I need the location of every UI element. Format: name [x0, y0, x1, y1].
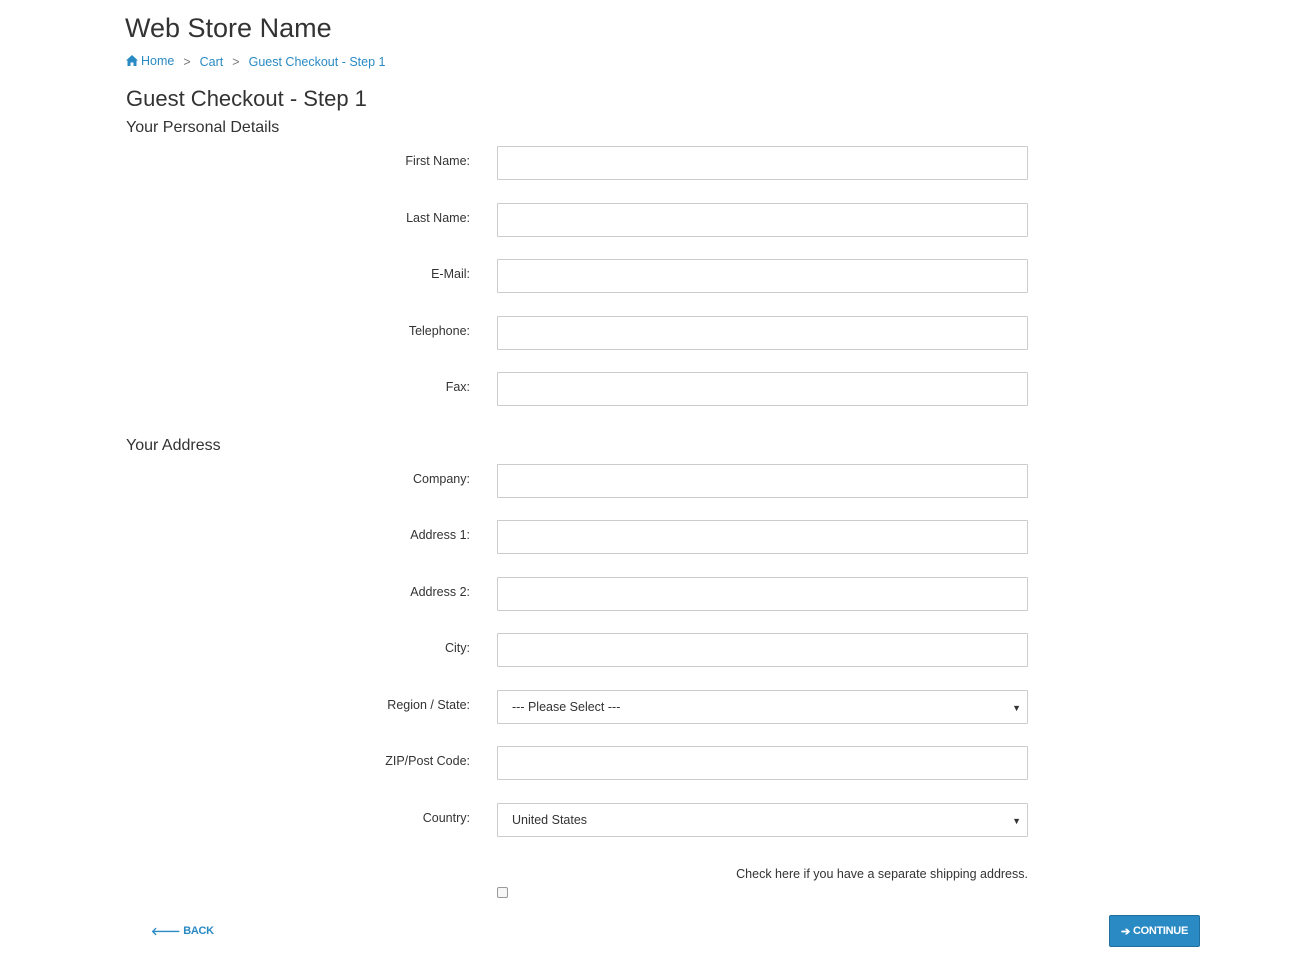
telephone-label: Telephone: [408, 324, 470, 338]
address-title: Your Address [126, 437, 221, 454]
company-field[interactable] [497, 464, 1028, 498]
last-name-label: Last Name: [406, 211, 470, 225]
arrow-left-icon: 🡐 [151, 926, 181, 938]
back-label: BACK [183, 925, 214, 937]
page-title: Guest Checkout - Step 1 [126, 86, 367, 111]
email-field[interactable] [497, 259, 1028, 293]
shipping-address-checkbox[interactable] [497, 887, 508, 898]
zip-label: ZIP/Post Code: [385, 754, 470, 768]
fax-label: Fax: [445, 380, 470, 394]
country-select[interactable]: United States ▼ [497, 803, 1028, 837]
first-name-label: First Name: [405, 154, 470, 168]
home-icon [126, 55, 138, 69]
breadcrumb: Home > Cart > Guest Checkout - Step 1 [126, 54, 385, 69]
fax-field[interactable] [497, 372, 1028, 406]
continue-button[interactable]: ➔ CONTINUE [1109, 915, 1200, 947]
breadcrumb-cart[interactable]: Cart [200, 55, 224, 69]
caret-down-icon: ▼ [1012, 703, 1021, 713]
address2-label: Address 2: [410, 585, 470, 599]
breadcrumb-separator: > [232, 54, 240, 69]
shipping-address-note: Check here if you have a separate shippi… [736, 867, 1028, 881]
email-label: E-Mail: [431, 267, 470, 281]
region-label: Region / State: [387, 698, 470, 712]
first-name-field[interactable] [497, 146, 1028, 180]
last-name-field[interactable] [497, 203, 1028, 237]
company-label: Company: [413, 472, 470, 486]
breadcrumb-home-label: Home [141, 54, 175, 68]
breadcrumb-current[interactable]: Guest Checkout - Step 1 [249, 55, 386, 69]
country-selected-value: United States [512, 813, 588, 827]
breadcrumb-home[interactable]: Home [126, 54, 174, 69]
caret-down-icon: ▼ [1012, 816, 1021, 826]
country-label: Country: [422, 811, 470, 825]
address1-label: Address 1: [410, 528, 470, 542]
city-field[interactable] [497, 633, 1028, 667]
store-name: Web Store Name [125, 13, 332, 43]
back-button[interactable]: 🡐 BACK [151, 924, 214, 938]
address1-field[interactable] [497, 520, 1028, 554]
telephone-field[interactable] [497, 316, 1028, 350]
region-select[interactable]: --- Please Select --- ▼ [497, 690, 1028, 724]
breadcrumb-separator: > [183, 54, 191, 69]
zip-field[interactable] [497, 746, 1028, 780]
personal-details-title: Your Personal Details [126, 119, 280, 136]
city-label: City: [445, 641, 470, 655]
arrow-right-icon: ➔ [1121, 925, 1130, 938]
continue-label: CONTINUE [1132, 925, 1188, 937]
address2-field[interactable] [497, 577, 1028, 611]
region-selected-value: --- Please Select --- [512, 700, 621, 714]
